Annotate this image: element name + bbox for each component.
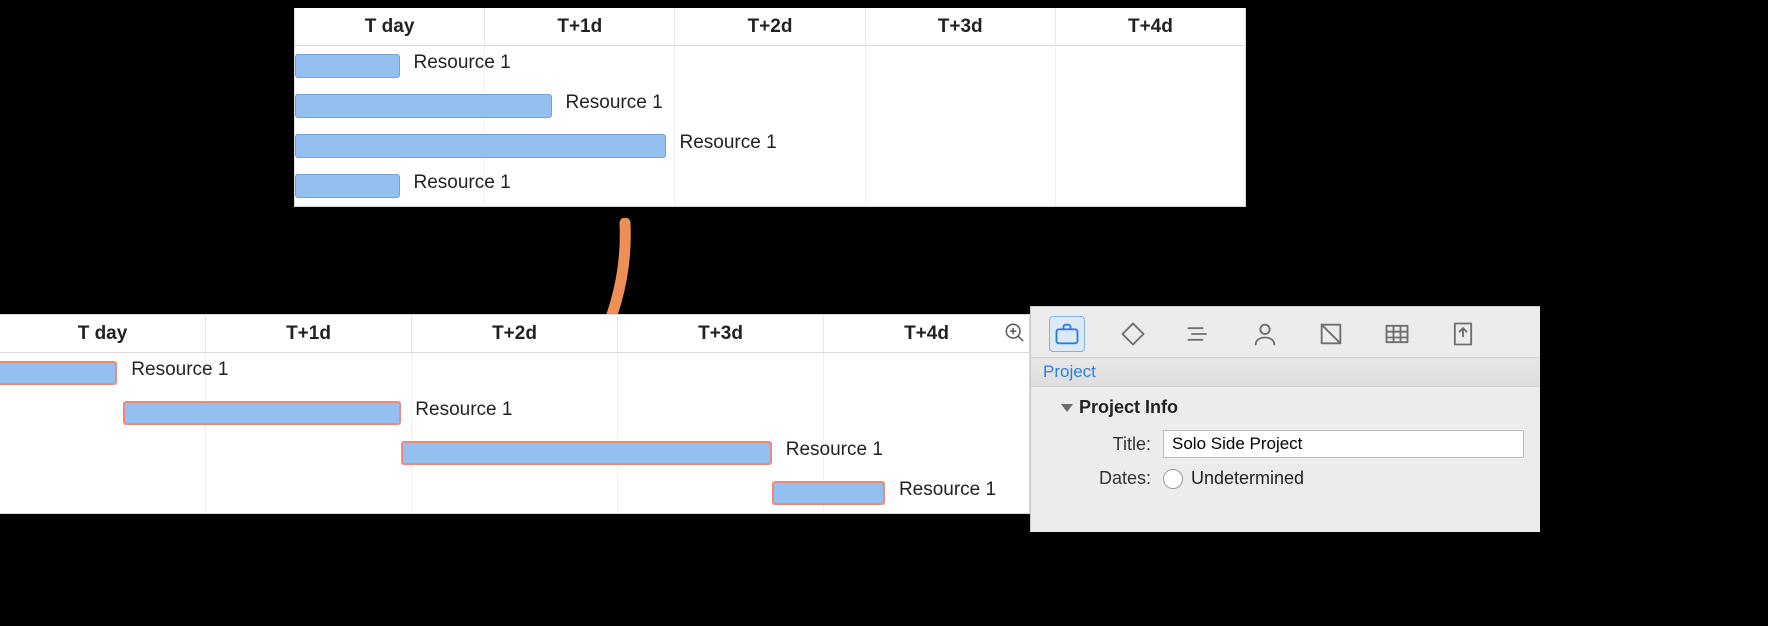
section-title-text: Project Info bbox=[1079, 397, 1178, 418]
timeline-col: T+4d bbox=[824, 315, 1029, 352]
gantt-after-panel: T day T+1d T+2d T+3d T+4d Resource 1Reso… bbox=[0, 314, 1030, 514]
timeline-col: T day bbox=[0, 315, 206, 352]
inspector-tab-export[interactable] bbox=[1445, 316, 1481, 352]
title-row: Title: bbox=[1061, 430, 1524, 458]
gantt-body-bottom: Resource 1 Resource 1 Resource 1 Resource 1 bbox=[0, 353, 1029, 513]
task-bar[interactable] bbox=[123, 401, 401, 425]
inspector-tab-milestone[interactable] bbox=[1115, 316, 1151, 352]
section-title[interactable]: Project Info bbox=[1061, 397, 1524, 418]
task-label: Resource 1 bbox=[680, 132, 777, 154]
gantt-before-panel: T day T+1d T+2d T+3d T+4d Resource 1Reso… bbox=[294, 8, 1246, 207]
disclosure-triangle-icon[interactable] bbox=[1061, 404, 1073, 412]
gantt-row: Resource 1 bbox=[0, 393, 1029, 433]
timeline-header: T day T+1d T+2d T+3d T+4d bbox=[0, 315, 1029, 353]
timeline-col: T+3d bbox=[618, 315, 824, 352]
gantt-row: Resource 1 bbox=[295, 166, 1245, 206]
timeline-header: T day T+1d T+2d T+3d T+4d bbox=[295, 8, 1245, 46]
timeline-col: T+2d bbox=[675, 8, 865, 45]
person-icon bbox=[1251, 320, 1279, 348]
task-bar[interactable] bbox=[401, 441, 771, 465]
gantt-row: Resource 1 bbox=[295, 46, 1245, 86]
task-bar[interactable] bbox=[295, 174, 400, 198]
project-title-field[interactable] bbox=[1163, 430, 1524, 458]
task-label: Resource 1 bbox=[414, 52, 511, 74]
inspector-tab-task[interactable] bbox=[1181, 316, 1217, 352]
task-label: Resource 1 bbox=[786, 439, 883, 461]
timeline-col: T+1d bbox=[485, 8, 675, 45]
task-label: Resource 1 bbox=[899, 479, 996, 501]
share-icon bbox=[1449, 320, 1477, 348]
swatch-icon bbox=[1317, 320, 1345, 348]
dates-undetermined-option[interactable]: Undetermined bbox=[1163, 468, 1304, 489]
project-info-section: Project Info Title: Dates: Undetermined bbox=[1031, 387, 1540, 503]
gantt-row: Resource 1 bbox=[295, 126, 1245, 166]
briefcase-icon bbox=[1053, 320, 1081, 348]
diamond-icon bbox=[1119, 320, 1147, 348]
inspector-subhead: Project bbox=[1031, 357, 1540, 387]
timeline-col: T day bbox=[295, 8, 485, 45]
zoom-in-button[interactable] bbox=[1002, 320, 1028, 346]
inspector-tabs bbox=[1031, 307, 1540, 357]
title-label: Title: bbox=[1061, 434, 1151, 455]
task-label: Resource 1 bbox=[415, 399, 512, 421]
inspector-tab-project[interactable] bbox=[1049, 316, 1085, 352]
bars-icon bbox=[1185, 320, 1213, 348]
gantt-row: Resource 1 bbox=[295, 86, 1245, 126]
gantt-body-top: Resource 1 Resource 1 Resource 1 Resource 1 bbox=[295, 46, 1245, 206]
task-label: Resource 1 bbox=[414, 172, 511, 194]
inspector-tab-styles[interactable] bbox=[1313, 316, 1349, 352]
radio-icon[interactable] bbox=[1163, 469, 1183, 489]
timeline-col: T+3d bbox=[866, 8, 1056, 45]
gantt-row: Resource 1 bbox=[0, 473, 1029, 513]
task-label: Resource 1 bbox=[131, 359, 228, 381]
dates-label: Dates: bbox=[1061, 468, 1151, 489]
task-bar[interactable] bbox=[295, 54, 400, 78]
timeline-col: T+4d bbox=[1056, 8, 1245, 45]
task-bar[interactable] bbox=[295, 94, 552, 118]
task-label: Resource 1 bbox=[566, 92, 663, 114]
dates-row: Dates: Undetermined bbox=[1061, 468, 1524, 489]
gantt-row: Resource 1 bbox=[0, 353, 1029, 393]
inspector-tab-columns[interactable] bbox=[1379, 316, 1415, 352]
timeline-col: T+2d bbox=[412, 315, 618, 352]
inspector-panel: Project Project Info Title: Dates: Undet… bbox=[1030, 306, 1540, 532]
task-bar[interactable] bbox=[295, 134, 666, 158]
table-icon bbox=[1383, 320, 1411, 348]
task-bar[interactable] bbox=[0, 361, 117, 385]
inspector-tab-resource[interactable] bbox=[1247, 316, 1283, 352]
timeline-col: T+1d bbox=[206, 315, 412, 352]
task-bar[interactable] bbox=[772, 481, 885, 505]
gantt-row: Resource 1 bbox=[0, 433, 1029, 473]
